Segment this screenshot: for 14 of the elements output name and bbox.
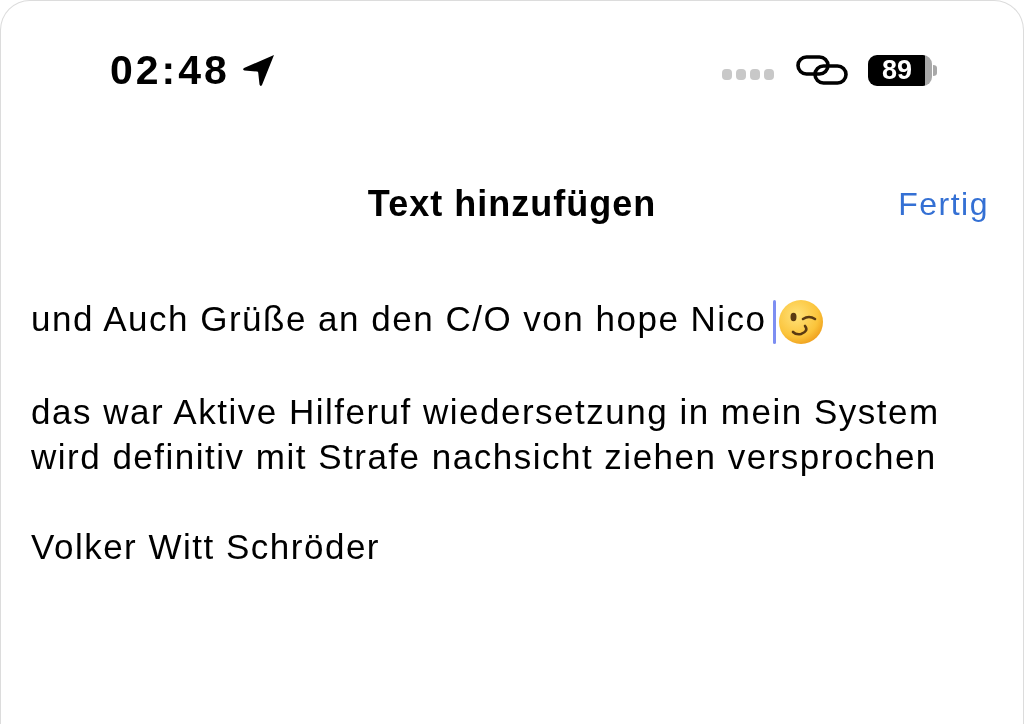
editor-text: Volker Witt Schröder — [31, 526, 380, 566]
editor-text: das war Aktive Hilferuf wiedersetzung in mein System wird definitiv mit Strafe nachsicht ziehen versprochen — [31, 391, 940, 476]
battery-cap-icon — [933, 64, 937, 76]
done-button[interactable]: Fertig — [898, 185, 989, 223]
editor-text: und Auch Grüße an den C/O von hope Nico — [31, 299, 767, 338]
text-input-area[interactable]: und Auch Grüße an den C/O von hope Nico das war Aktive Hilferuf wiedersetzung in mein System wird definitiv mit Strafe nachsicht ziehen versprochen Volker Witt Schröder — [31, 296, 993, 569]
text-cursor — [772, 299, 776, 344]
chain-link-icon — [796, 55, 848, 85]
winking-face-emoji-icon — [778, 299, 823, 344]
status-time: 02:48 — [110, 49, 230, 91]
signal-dots-icon — [722, 69, 774, 81]
location-arrow-icon — [241, 53, 276, 87]
screen-title: Text hinzufügen — [367, 183, 657, 225]
battery-percentage: 89 — [868, 54, 932, 86]
